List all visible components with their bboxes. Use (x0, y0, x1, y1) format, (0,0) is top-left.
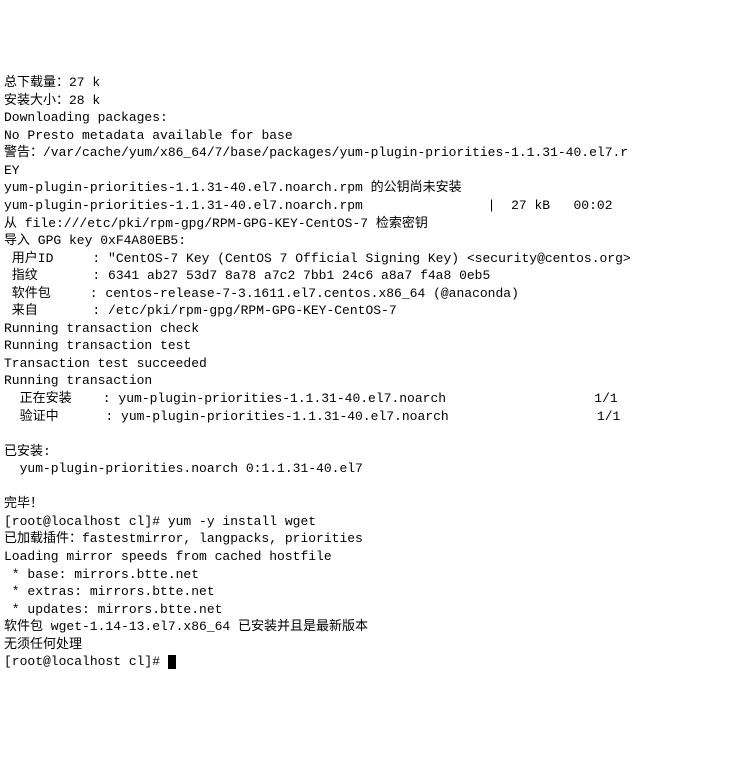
terminal-line: 正在安装 : yum-plugin-priorities-1.1.31-40.e… (4, 390, 725, 408)
terminal-line: No Presto metadata available for base (4, 127, 725, 145)
terminal-line: 已加载插件：fastestmirror, langpacks, prioriti… (4, 530, 725, 548)
terminal-line: * extras: mirrors.btte.net (4, 583, 725, 601)
terminal-line: 指纹 : 6341 ab27 53d7 8a78 a7c2 7bb1 24c6 … (4, 267, 725, 285)
terminal-line: 导入 GPG key 0xF4A80EB5: (4, 232, 725, 250)
terminal-line: 从 file:///etc/pki/rpm-gpg/RPM-GPG-KEY-Ce… (4, 215, 725, 233)
terminal-line: 已安装: (4, 443, 725, 461)
terminal-line: [root@localhost cl]# yum -y install wget (4, 513, 725, 531)
terminal-line: 完毕！ (4, 495, 725, 513)
cursor-icon (168, 655, 176, 669)
terminal-line: EY (4, 162, 725, 180)
terminal-line: 无须任何处理 (4, 636, 725, 654)
shell-prompt: [root@localhost cl]# (4, 654, 168, 669)
terminal-prompt-line[interactable]: [root@localhost cl]# (4, 653, 725, 671)
terminal-line: 验证中 : yum-plugin-priorities-1.1.31-40.el… (4, 408, 725, 426)
terminal-line: Transaction test succeeded (4, 355, 725, 373)
terminal-output: 总下载量：27 k安装大小：28 kDownloading packages:N… (4, 74, 725, 671)
terminal-line: yum-plugin-priorities-1.1.31-40.el7.noar… (4, 197, 725, 215)
terminal-line: 软件包 wget-1.14-13.el7.x86_64 已安装并且是最新版本 (4, 618, 725, 636)
terminal-line: * updates: mirrors.btte.net (4, 601, 725, 619)
terminal-line: Running transaction test (4, 337, 725, 355)
terminal-line: yum-plugin-priorities.noarch 0:1.1.31-40… (4, 460, 725, 478)
terminal-line: 软件包 : centos-release-7-3.1611.el7.centos… (4, 285, 725, 303)
terminal-line: * base: mirrors.btte.net (4, 566, 725, 584)
terminal-line: Running transaction check (4, 320, 725, 338)
terminal-line: 总下载量：27 k (4, 74, 725, 92)
terminal-line: Running transaction (4, 372, 725, 390)
terminal-line (4, 478, 725, 496)
terminal-line: yum-plugin-priorities-1.1.31-40.el7.noar… (4, 179, 725, 197)
terminal-line (4, 425, 725, 443)
terminal-line: 警告：/var/cache/yum/x86_64/7/base/packages… (4, 144, 725, 162)
terminal-line: 安装大小：28 k (4, 92, 725, 110)
terminal-line: 来自 : /etc/pki/rpm-gpg/RPM-GPG-KEY-CentOS… (4, 302, 725, 320)
terminal-line: Downloading packages: (4, 109, 725, 127)
terminal-line: 用户ID : "CentOS-7 Key (CentOS 7 Official … (4, 250, 725, 268)
terminal-line: Loading mirror speeds from cached hostfi… (4, 548, 725, 566)
